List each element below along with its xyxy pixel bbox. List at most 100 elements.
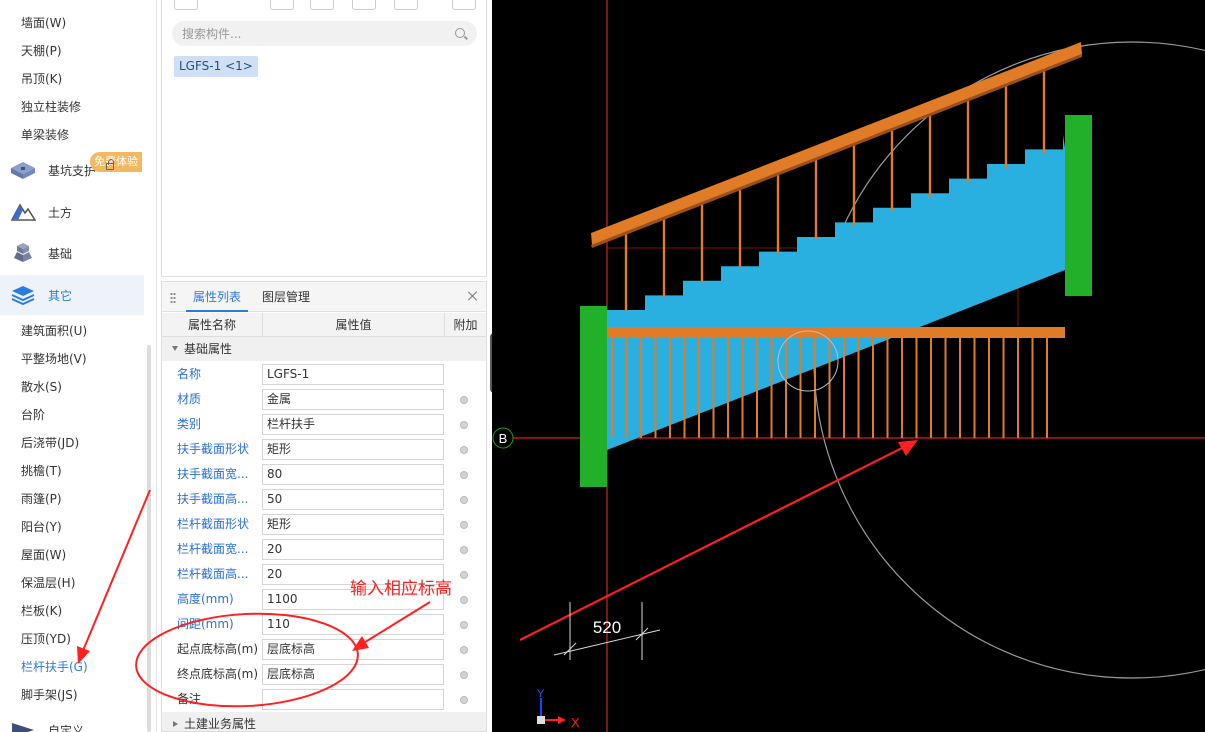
property-value-field[interactable]: 20: [262, 539, 444, 560]
extra-checkbox[interactable]: [460, 396, 468, 404]
component-item-lgfs-1[interactable]: LGFS-1 <1>: [174, 56, 258, 77]
lower-baluster: [625, 338, 628, 438]
nav-item[interactable]: 阳台(Y): [21, 518, 62, 535]
extra-checkbox[interactable]: [460, 646, 468, 654]
nav-item[interactable]: 单梁装修: [21, 126, 69, 143]
nav-item[interactable]: 独立柱装修: [21, 98, 81, 115]
nav-category-4[interactable]: 自定义: [0, 710, 144, 732]
nav-item[interactable]: 脚手架(JS): [21, 686, 78, 703]
tab-layer-management[interactable]: 图层管理: [262, 282, 310, 312]
property-name: 间距(mm): [177, 617, 234, 631]
new-component-icon[interactable]: [174, 0, 198, 10]
nav-item[interactable]: 平整场地(V): [21, 350, 87, 367]
property-value-field[interactable]: 栏杆扶手: [262, 414, 444, 435]
drag-handle-icon[interactable]: [170, 292, 176, 304]
group-civil-properties[interactable]: 土建业务属性: [162, 712, 486, 731]
axis-x-label: X: [571, 715, 580, 730]
nav-item[interactable]: 压顶(YD): [21, 630, 71, 647]
nav-item[interactable]: 吊顶(K): [21, 70, 62, 87]
delete-icon[interactable]: [270, 0, 294, 10]
nav-item[interactable]: 天棚(P): [21, 42, 62, 59]
annotation-arrow: [519, 443, 911, 641]
property-value-field[interactable]: LGFS-1: [262, 364, 444, 385]
nav-category-1[interactable]: 土方: [0, 192, 144, 232]
upper-baluster: [1042, 62, 1046, 155]
property-value-field[interactable]: [262, 689, 444, 710]
search-input[interactable]: [172, 21, 477, 46]
property-row: 扶手截面形状 矩形: [162, 437, 486, 462]
copy-icon[interactable]: [310, 0, 334, 10]
property-value-field[interactable]: 110: [262, 614, 444, 635]
close-icon[interactable]: [467, 290, 479, 302]
extra-checkbox[interactable]: [460, 546, 468, 554]
property-row: 名称 LGFS-1: [162, 362, 486, 387]
nav-item[interactable]: 雨篷(P): [21, 490, 62, 507]
extra-checkbox[interactable]: [460, 621, 468, 629]
extra-checkbox[interactable]: [460, 496, 468, 504]
property-row: 栏杆截面形状 矩形: [162, 512, 486, 537]
search-icon[interactable]: [455, 28, 465, 38]
property-value-field[interactable]: 矩形: [262, 514, 444, 535]
nav-item[interactable]: 屋面(W): [21, 546, 66, 563]
tab-property-list[interactable]: 属性列表: [186, 282, 248, 312]
property-row: 高度(mm) 1100: [162, 587, 486, 612]
property-tabs: 属性列表 图层管理: [162, 282, 486, 312]
layer-copy-icon[interactable]: [352, 0, 376, 10]
nav-item[interactable]: 后浇带(JD): [21, 434, 79, 451]
import-icon[interactable]: [394, 0, 418, 10]
nav-category-label: 基础: [48, 246, 73, 261]
dimension-label: 520: [593, 618, 621, 637]
drawing-viewport[interactable]: B 520 Y X: [492, 0, 1205, 732]
extra-checkbox[interactable]: [460, 571, 468, 579]
lower-baluster: [1017, 338, 1019, 438]
nav-item[interactable]: 台阶: [21, 406, 45, 423]
group-basic-properties[interactable]: 基础属性: [162, 337, 486, 361]
property-panel: 属性列表 图层管理 属性名称 属性值 附加 基础属性 名称 LGFS-1 材质 金属类…: [161, 281, 487, 732]
nav-item[interactable]: 栏板(K): [21, 602, 62, 619]
nav-item[interactable]: 保温层(H): [21, 574, 75, 591]
lower-baluster: [1046, 338, 1048, 438]
earthwork-icon: [10, 201, 37, 223]
collapse-icon[interactable]: [172, 346, 178, 351]
viewport-canvas[interactable]: B 520 Y X: [492, 0, 1205, 732]
extra-checkbox[interactable]: [460, 471, 468, 479]
expand-icon[interactable]: [173, 721, 178, 727]
property-value-field[interactable]: 1100: [262, 589, 444, 610]
nav-scrollbar[interactable]: [147, 345, 151, 732]
extra-checkbox[interactable]: [460, 446, 468, 454]
left-nav: 墙面(W) 天棚(P) 吊顶(K) 独立柱装修 单梁装修 基坑支护 土方 基础 其它 自定义 免…: [0, 0, 157, 732]
property-value-field[interactable]: 50: [262, 489, 444, 510]
nav-item[interactable]: 挑檐(T): [21, 462, 62, 479]
property-value-field[interactable]: 20: [262, 564, 444, 585]
nav-category-label: 土方: [48, 205, 73, 220]
property-value-field[interactable]: 层底标高: [262, 639, 444, 660]
property-row: 栏杆截面宽... 20: [162, 537, 486, 562]
lower-baluster: [1002, 338, 1005, 438]
lower-baluster: [930, 338, 932, 438]
extra-checkbox[interactable]: [460, 671, 468, 679]
property-row: 扶手截面高... 50: [162, 487, 486, 512]
property-table-header: 属性名称 属性值 附加: [162, 313, 486, 337]
nav-item[interactable]: 墙面(W): [21, 14, 66, 31]
property-value-field[interactable]: 80: [262, 464, 444, 485]
lower-baluster: [901, 338, 903, 438]
nav-category-2[interactable]: 基础: [0, 233, 144, 273]
nav-item[interactable]: 建筑面积(U): [21, 322, 87, 339]
nav-item[interactable]: 栏杆扶手(G): [21, 658, 88, 675]
property-value-field[interactable]: 层底标高: [262, 664, 444, 685]
lower-baluster: [814, 338, 816, 438]
nav-category-3[interactable]: 其它: [0, 275, 144, 315]
more-icon[interactable]: [452, 0, 476, 10]
nav-item[interactable]: 散水(S): [21, 378, 62, 395]
extra-checkbox[interactable]: [460, 596, 468, 604]
extra-checkbox[interactable]: [460, 521, 468, 529]
component-panel: LGFS-1 <1>: [161, 0, 487, 277]
property-value-field[interactable]: 矩形: [262, 439, 444, 460]
extra-checkbox[interactable]: [460, 421, 468, 429]
group-civil-label: 土建业务属性: [184, 717, 257, 731]
lower-baluster: [654, 338, 657, 438]
property-value-field[interactable]: 金属: [262, 389, 444, 410]
extra-checkbox[interactable]: [460, 696, 468, 704]
free-trial-badge[interactable]: 免费体验: [90, 152, 142, 172]
property-name: 栏杆截面形状: [177, 517, 250, 531]
